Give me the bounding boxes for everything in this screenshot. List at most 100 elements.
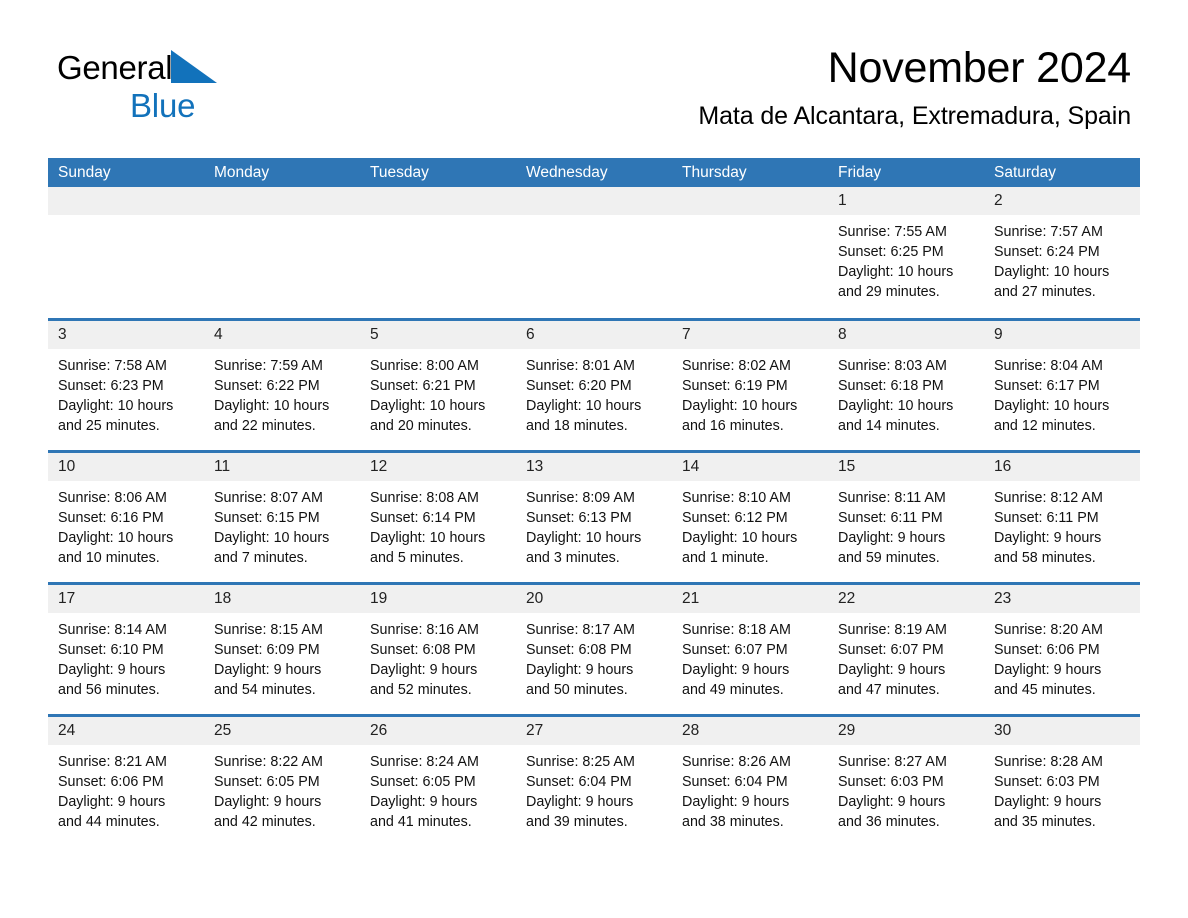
sunset-text: Sunset: 6:08 PM <box>526 642 632 658</box>
day-cell-23[interactable]: 23 Sunrise: 8:20 AM Sunset: 6:06 PM Dayligh… <box>984 585 1140 714</box>
daylight-text-line1: Daylight: 9 hours <box>214 662 322 678</box>
day-number: 15 <box>828 453 984 481</box>
daylight-text-line1: Daylight: 10 hours <box>994 398 1110 414</box>
sunset-text: Sunset: 6:13 PM <box>526 510 632 526</box>
day-cell-5[interactable]: 5 Sunrise: 8:00 AM Sunset: 6:21 PM Daylight… <box>360 321 516 450</box>
day-details: Sunrise: 8:00 AM Sunset: 6:21 PM Daylight:… <box>360 349 516 436</box>
daylight-text-line1: Daylight: 10 hours <box>994 264 1110 280</box>
daylight-text-line1: Daylight: 9 hours <box>682 794 790 810</box>
day-cell-18[interactable]: 18 Sunrise: 8:15 AM Sunset: 6:09 PM Dayligh… <box>204 585 360 714</box>
day-cell-22[interactable]: 22 Sunrise: 8:19 AM Sunset: 6:07 PM Dayligh… <box>828 585 984 714</box>
day-cell-28[interactable]: 28 Sunrise: 8:26 AM Sunset: 6:04 PM Dayligh… <box>672 717 828 846</box>
day-details: Sunrise: 8:11 AM Sunset: 6:11 PM Daylight:… <box>828 481 984 568</box>
sunrise-text: Sunrise: 8:24 AM <box>370 754 479 770</box>
day-details: Sunrise: 8:26 AM Sunset: 6:04 PM Daylight:… <box>672 745 828 832</box>
sunrise-text: Sunrise: 7:58 AM <box>58 358 167 374</box>
sunset-text: Sunset: 6:19 PM <box>682 378 788 394</box>
day-details: Sunrise: 8:22 AM Sunset: 6:05 PM Daylight:… <box>204 745 360 832</box>
day-details: Sunrise: 8:14 AM Sunset: 6:10 PM Daylight:… <box>48 613 204 700</box>
day-cell-26[interactable]: 26 Sunrise: 8:24 AM Sunset: 6:05 PM Dayligh… <box>360 717 516 846</box>
day-details: Sunrise: 8:09 AM Sunset: 6:13 PM Daylight:… <box>516 481 672 568</box>
daylight-text-line2: and 7 minutes. <box>214 550 308 566</box>
day-details: Sunrise: 8:17 AM Sunset: 6:08 PM Daylight:… <box>516 613 672 700</box>
sunset-text: Sunset: 6:05 PM <box>370 774 476 790</box>
day-number <box>204 187 360 215</box>
day-details: Sunrise: 8:15 AM Sunset: 6:09 PM Daylight:… <box>204 613 360 700</box>
daylight-text-line1: Daylight: 10 hours <box>526 398 642 414</box>
sunrise-text: Sunrise: 8:08 AM <box>370 490 479 506</box>
day-cell-9[interactable]: 9 Sunrise: 8:04 AM Sunset: 6:17 PM Daylight… <box>984 321 1140 450</box>
day-cell-14[interactable]: 14 Sunrise: 8:10 AM Sunset: 6:12 PM Dayligh… <box>672 453 828 582</box>
day-number: 30 <box>984 717 1140 745</box>
day-cell-13[interactable]: 13 Sunrise: 8:09 AM Sunset: 6:13 PM Dayligh… <box>516 453 672 582</box>
sunset-text: Sunset: 6:11 PM <box>994 510 1099 526</box>
location-subtitle: Mata de Alcantara, Extremadura, Spain <box>698 102 1131 131</box>
day-cell-20[interactable]: 20 Sunrise: 8:17 AM Sunset: 6:08 PM Dayligh… <box>516 585 672 714</box>
daylight-text-line2: and 52 minutes. <box>370 682 472 698</box>
daylight-text-line2: and 16 minutes. <box>682 418 784 434</box>
day-cell-21[interactable]: 21 Sunrise: 8:18 AM Sunset: 6:07 PM Dayligh… <box>672 585 828 714</box>
page-title: November 2024 <box>827 44 1132 92</box>
daylight-text-line2: and 5 minutes. <box>370 550 464 566</box>
day-number <box>360 187 516 215</box>
day-number: 5 <box>360 321 516 349</box>
day-cell-24[interactable]: 24 Sunrise: 8:21 AM Sunset: 6:06 PM Dayligh… <box>48 717 204 846</box>
day-details: Sunrise: 8:19 AM Sunset: 6:07 PM Daylight:… <box>828 613 984 700</box>
day-cell-7[interactable]: 7 Sunrise: 8:02 AM Sunset: 6:19 PM Daylight… <box>672 321 828 450</box>
sunrise-text: Sunrise: 8:21 AM <box>58 754 167 770</box>
day-details: Sunrise: 7:55 AM Sunset: 6:25 PM Daylight:… <box>828 215 984 302</box>
sunset-text: Sunset: 6:05 PM <box>214 774 320 790</box>
daylight-text-line2: and 22 minutes. <box>214 418 316 434</box>
daylight-text-line1: Daylight: 10 hours <box>58 530 174 546</box>
day-details: Sunrise: 8:08 AM Sunset: 6:14 PM Daylight:… <box>360 481 516 568</box>
day-number: 19 <box>360 585 516 613</box>
day-cell-12[interactable]: 12 Sunrise: 8:08 AM Sunset: 6:14 PM Dayligh… <box>360 453 516 582</box>
daylight-text-line2: and 58 minutes. <box>994 550 1096 566</box>
day-cell-16[interactable]: 16 Sunrise: 8:12 AM Sunset: 6:11 PM Dayligh… <box>984 453 1140 582</box>
day-cell-29[interactable]: 29 Sunrise: 8:27 AM Sunset: 6:03 PM Dayligh… <box>828 717 984 846</box>
day-number: 2 <box>984 187 1140 215</box>
sunrise-text: Sunrise: 8:18 AM <box>682 622 791 638</box>
day-cell-6[interactable]: 6 Sunrise: 8:01 AM Sunset: 6:20 PM Daylight… <box>516 321 672 450</box>
day-number: 6 <box>516 321 672 349</box>
day-number: 4 <box>204 321 360 349</box>
sunset-text: Sunset: 6:20 PM <box>526 378 632 394</box>
sunset-text: Sunset: 6:06 PM <box>58 774 164 790</box>
day-number: 9 <box>984 321 1140 349</box>
sunrise-text: Sunrise: 8:28 AM <box>994 754 1103 770</box>
sunrise-text: Sunrise: 8:06 AM <box>58 490 167 506</box>
day-cell-30[interactable]: 30 Sunrise: 8:28 AM Sunset: 6:03 PM Dayligh… <box>984 717 1140 846</box>
day-cell-3[interactable]: 3 Sunrise: 7:58 AM Sunset: 6:23 PM Daylight… <box>48 321 204 450</box>
day-cell-27[interactable]: 27 Sunrise: 8:25 AM Sunset: 6:04 PM Dayligh… <box>516 717 672 846</box>
day-number: 26 <box>360 717 516 745</box>
daylight-text-line2: and 42 minutes. <box>214 814 316 830</box>
day-number: 27 <box>516 717 672 745</box>
sunset-text: Sunset: 6:22 PM <box>214 378 320 394</box>
weekday-header-tuesday: Tuesday <box>370 164 429 181</box>
sunset-text: Sunset: 6:21 PM <box>370 378 476 394</box>
day-details: Sunrise: 8:20 AM Sunset: 6:06 PM Daylight:… <box>984 613 1140 700</box>
generalblue-logo[interactable]: General Blue <box>57 50 218 122</box>
daylight-text-line1: Daylight: 10 hours <box>838 264 954 280</box>
day-number: 11 <box>204 453 360 481</box>
calendar-week-row: 3 Sunrise: 7:58 AM Sunset: 6:23 PM Daylight… <box>48 318 1140 450</box>
day-cell-15[interactable]: 15 Sunrise: 8:11 AM Sunset: 6:11 PM Dayligh… <box>828 453 984 582</box>
day-cell-10[interactable]: 10 Sunrise: 8:06 AM Sunset: 6:16 PM Dayligh… <box>48 453 204 582</box>
day-cell-17[interactable]: 17 Sunrise: 8:14 AM Sunset: 6:10 PM Dayligh… <box>48 585 204 714</box>
calendar-table: Sunday Monday Tuesday Wednesday Thursday Frid… <box>48 158 1140 846</box>
day-cell-25[interactable]: 25 Sunrise: 8:22 AM Sunset: 6:05 PM Dayligh… <box>204 717 360 846</box>
daylight-text-line1: Daylight: 10 hours <box>370 398 486 414</box>
day-cell-8[interactable]: 8 Sunrise: 8:03 AM Sunset: 6:18 PM Daylight… <box>828 321 984 450</box>
sunrise-text: Sunrise: 8:02 AM <box>682 358 791 374</box>
day-cell-19[interactable]: 19 Sunrise: 8:16 AM Sunset: 6:08 PM Dayligh… <box>360 585 516 714</box>
sunset-text: Sunset: 6:07 PM <box>838 642 944 658</box>
daylight-text-line1: Daylight: 10 hours <box>58 398 174 414</box>
daylight-text-line1: Daylight: 9 hours <box>838 794 946 810</box>
day-cell-4[interactable]: 4 Sunrise: 7:59 AM Sunset: 6:22 PM Daylight… <box>204 321 360 450</box>
day-cell-2[interactable]: 2 Sunrise: 7:57 AM Sunset: 6:24 PM Daylight… <box>984 187 1140 318</box>
daylight-text-line2: and 1 minute. <box>682 550 769 566</box>
day-cell-1[interactable]: 1 Sunrise: 7:55 AM Sunset: 6:25 PM Daylight… <box>828 187 984 318</box>
sunset-text: Sunset: 6:12 PM <box>682 510 788 526</box>
daylight-text-line1: Daylight: 10 hours <box>214 530 330 546</box>
day-cell-11[interactable]: 11 Sunrise: 8:07 AM Sunset: 6:15 PM Dayligh… <box>204 453 360 582</box>
